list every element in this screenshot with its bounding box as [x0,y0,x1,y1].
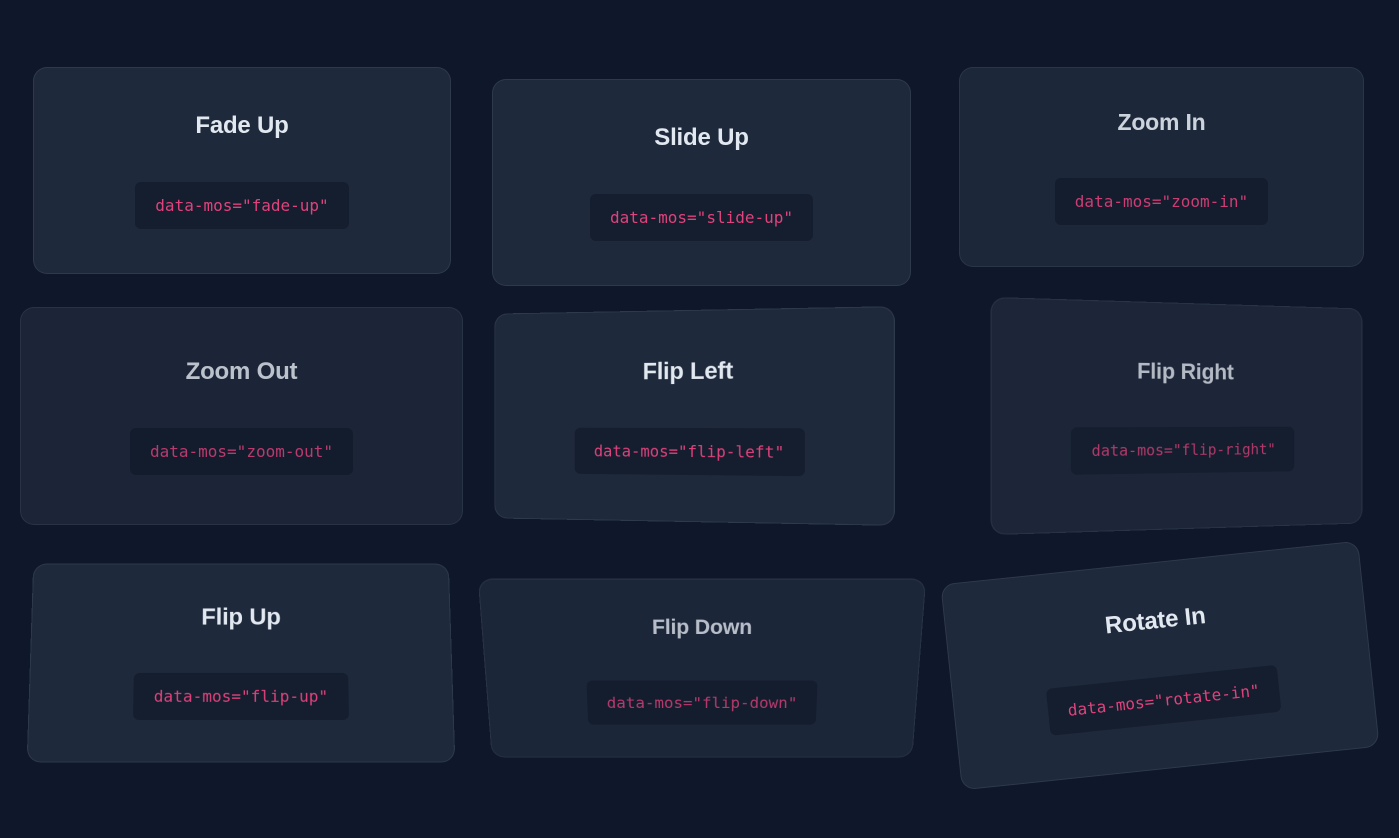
card-title: Rotate In [1103,602,1207,640]
card-flip-down: Flip Down data-mos="flip-down" [477,578,927,758]
card-title: Zoom Out [185,357,298,385]
card-fade-up: Fade Up data-mos="fade-up" [33,67,451,274]
code-snippet: data-mos="flip-up" [133,672,349,720]
card-flip-left: Flip Left data-mos="flip-left" [494,306,895,526]
code-snippet: data-mos="fade-up" [135,182,349,229]
card-title: Slide Up [654,124,749,151]
code-snippet: data-mos="zoom-out" [129,427,354,475]
card-title: Fade Up [195,112,289,139]
code-snippet: data-mos="flip-down" [586,680,818,725]
card-title: Flip Down [651,615,753,639]
animation-demo-grid: Fade Up data-mos="fade-up" Slide Up data… [0,0,1399,838]
code-snippet: data-mos="rotate-in" [1045,664,1282,736]
card-title: Flip Right [1137,358,1234,385]
card-zoom-out: Zoom Out data-mos="zoom-out" [20,307,463,525]
code-snippet: data-mos="slide-up" [589,194,814,241]
code-snippet: data-mos="zoom-in" [1054,178,1269,225]
card-flip-up: Flip Up data-mos="flip-up" [26,563,456,763]
card-slide-up: Slide Up data-mos="slide-up" [492,79,911,286]
card-title: Flip Left [642,357,734,385]
card-rotate-in: Rotate In data-mos="rotate-in" [940,540,1380,791]
card-zoom-in: Zoom In data-mos="zoom-in" [959,67,1364,267]
card-title: Zoom In [1117,109,1206,135]
card-flip-right: Flip Right data-mos="flip-right" [990,296,1363,536]
code-snippet: data-mos="flip-right" [1071,426,1295,475]
code-snippet: data-mos="flip-left" [574,427,805,476]
card-title: Flip Up [201,604,281,631]
